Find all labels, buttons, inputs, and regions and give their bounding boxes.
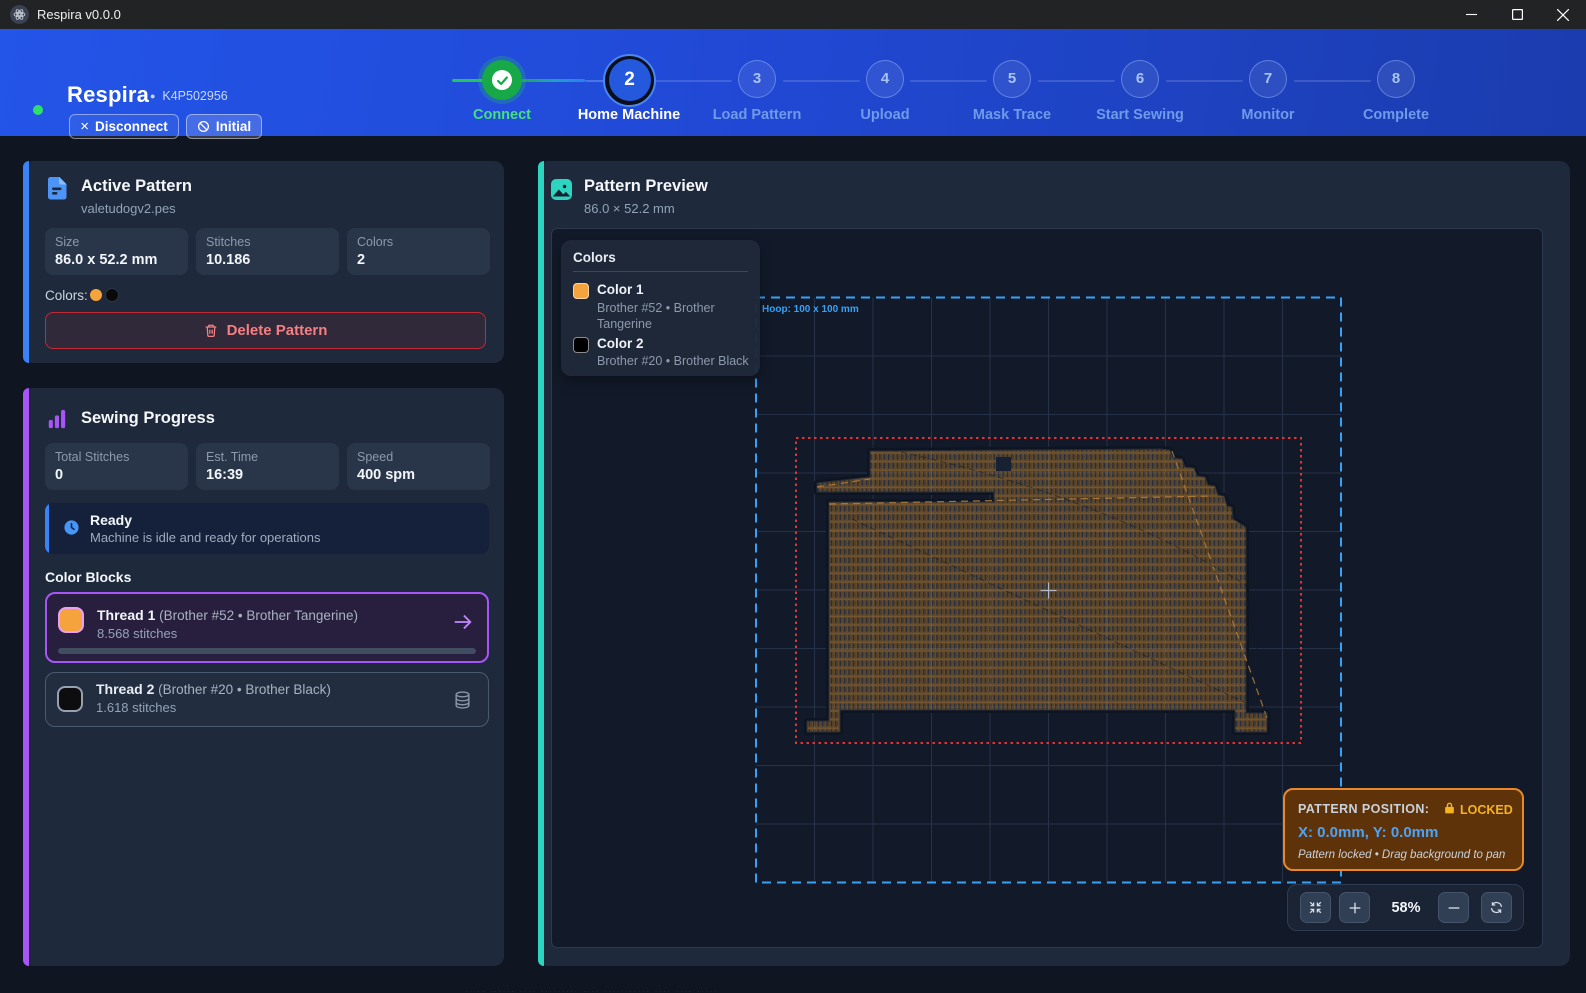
svg-text:Hoop: 100 x 100 mm: Hoop: 100 x 100 mm (762, 304, 859, 315)
